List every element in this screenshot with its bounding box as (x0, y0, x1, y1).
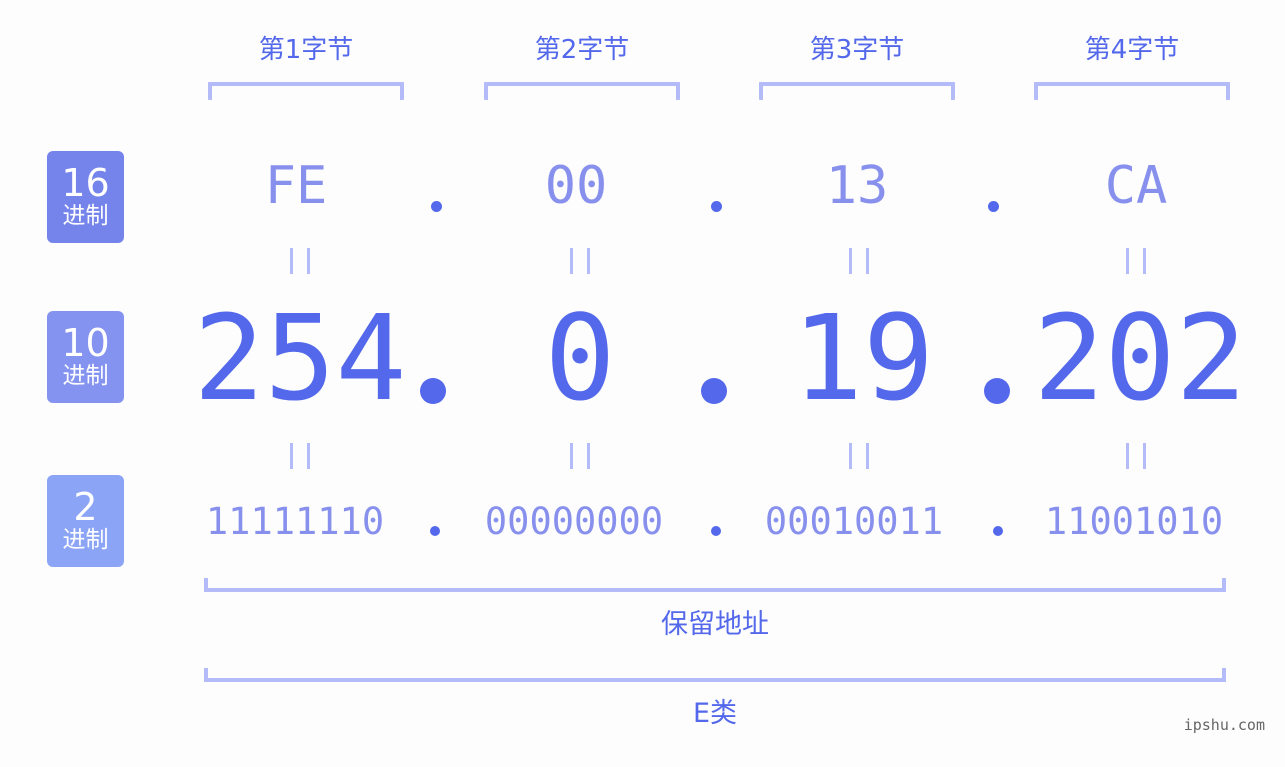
equals-icon (570, 248, 590, 274)
byte-header-3: 第3字节 (809, 35, 905, 65)
watermark: ipshu.com (1183, 716, 1265, 734)
hex-byte-4: CA (1104, 156, 1168, 216)
binary-byte-3: 00010011 (764, 500, 944, 543)
hex-byte-2: 00 (544, 156, 608, 216)
equals-icon (290, 443, 310, 469)
hex-byte-3: 13 (825, 156, 889, 216)
binary-badge-number: 2 (73, 485, 98, 529)
decimal-dot-1 (420, 378, 446, 404)
hex-badge-number: 16 (61, 161, 110, 205)
decimal-byte-3: 19 (791, 289, 935, 427)
binary-badge-label: 进制 (62, 527, 109, 553)
equals-icon (1126, 443, 1146, 469)
byte-bracket-2 (484, 82, 680, 100)
binary-byte-2: 00000000 (484, 500, 664, 543)
binary-byte-4: 11001010 (1044, 500, 1224, 543)
hex-dot-3 (988, 201, 999, 212)
address-type-bracket (204, 578, 1226, 592)
binary-badge: 2 进制 (47, 475, 124, 567)
decimal-badge-label: 进制 (62, 363, 109, 389)
decimal-byte-1: 254 (193, 289, 407, 427)
byte-header-4: 第4字节 (1084, 35, 1180, 65)
byte-header-1: 第1字节 (258, 35, 354, 65)
binary-dot-1 (430, 526, 440, 536)
equals-icon (570, 443, 590, 469)
byte-bracket-1 (208, 82, 404, 100)
decimal-byte-4: 202 (1033, 289, 1247, 427)
equals-icon (849, 443, 869, 469)
byte-bracket-3 (759, 82, 955, 100)
address-class-label: E类 (692, 698, 738, 729)
equals-icon (290, 248, 310, 274)
decimal-byte-2: 0 (544, 289, 616, 427)
hex-badge-label: 进制 (62, 203, 109, 229)
equals-icon (1126, 248, 1146, 274)
decimal-dot-3 (984, 378, 1010, 404)
hex-byte-1: FE (264, 156, 328, 216)
hex-dot-1 (431, 201, 442, 212)
binary-dot-2 (711, 526, 721, 536)
binary-dot-3 (993, 526, 1003, 536)
equals-icon (849, 248, 869, 274)
binary-byte-1: 11111110 (205, 500, 385, 543)
decimal-badge: 10 进制 (47, 311, 124, 403)
hex-badge: 16 进制 (47, 151, 124, 243)
address-type-label: 保留地址 (661, 609, 769, 640)
address-class-bracket (204, 668, 1226, 682)
decimal-dot-2 (701, 378, 727, 404)
decimal-badge-number: 10 (61, 321, 110, 365)
byte-bracket-4 (1034, 82, 1230, 100)
byte-header-2: 第2字节 (534, 35, 630, 65)
hex-dot-2 (711, 201, 722, 212)
